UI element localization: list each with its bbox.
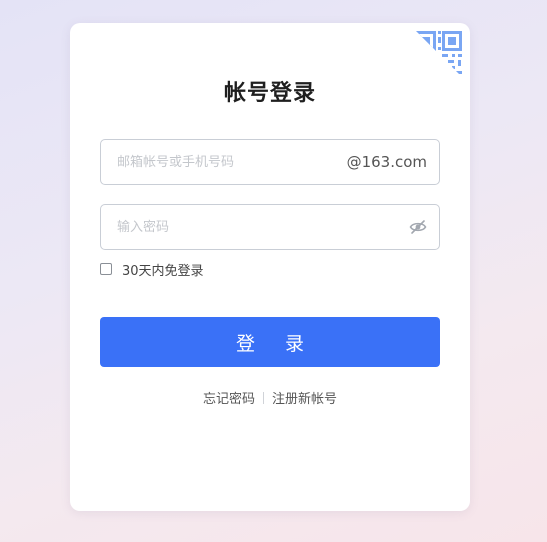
email-field[interactable]: @163.com [100,139,440,185]
login-card: 帐号登录 @163.com 30天内免登录 登 录 忘记密码 注册新帐号 [70,23,470,511]
password-field[interactable] [100,204,440,250]
remember-me-option[interactable]: 30天内免登录 [100,261,204,279]
forgot-password-link[interactable]: 忘记密码 [203,392,255,407]
link-divider [263,392,264,404]
footer-links: 忘记密码 注册新帐号 [70,388,470,407]
register-link[interactable]: 注册新帐号 [272,392,337,407]
email-domain-suffix: @163.com [346,153,427,171]
email-input[interactable] [117,140,337,184]
remember-me-checkbox[interactable] [100,263,112,275]
remember-me-label: 30天内免登录 [122,263,204,279]
login-button[interactable]: 登 录 [100,317,440,367]
page-title: 帐号登录 [223,81,316,106]
password-input[interactable] [117,205,397,249]
eye-off-icon[interactable] [409,219,427,235]
